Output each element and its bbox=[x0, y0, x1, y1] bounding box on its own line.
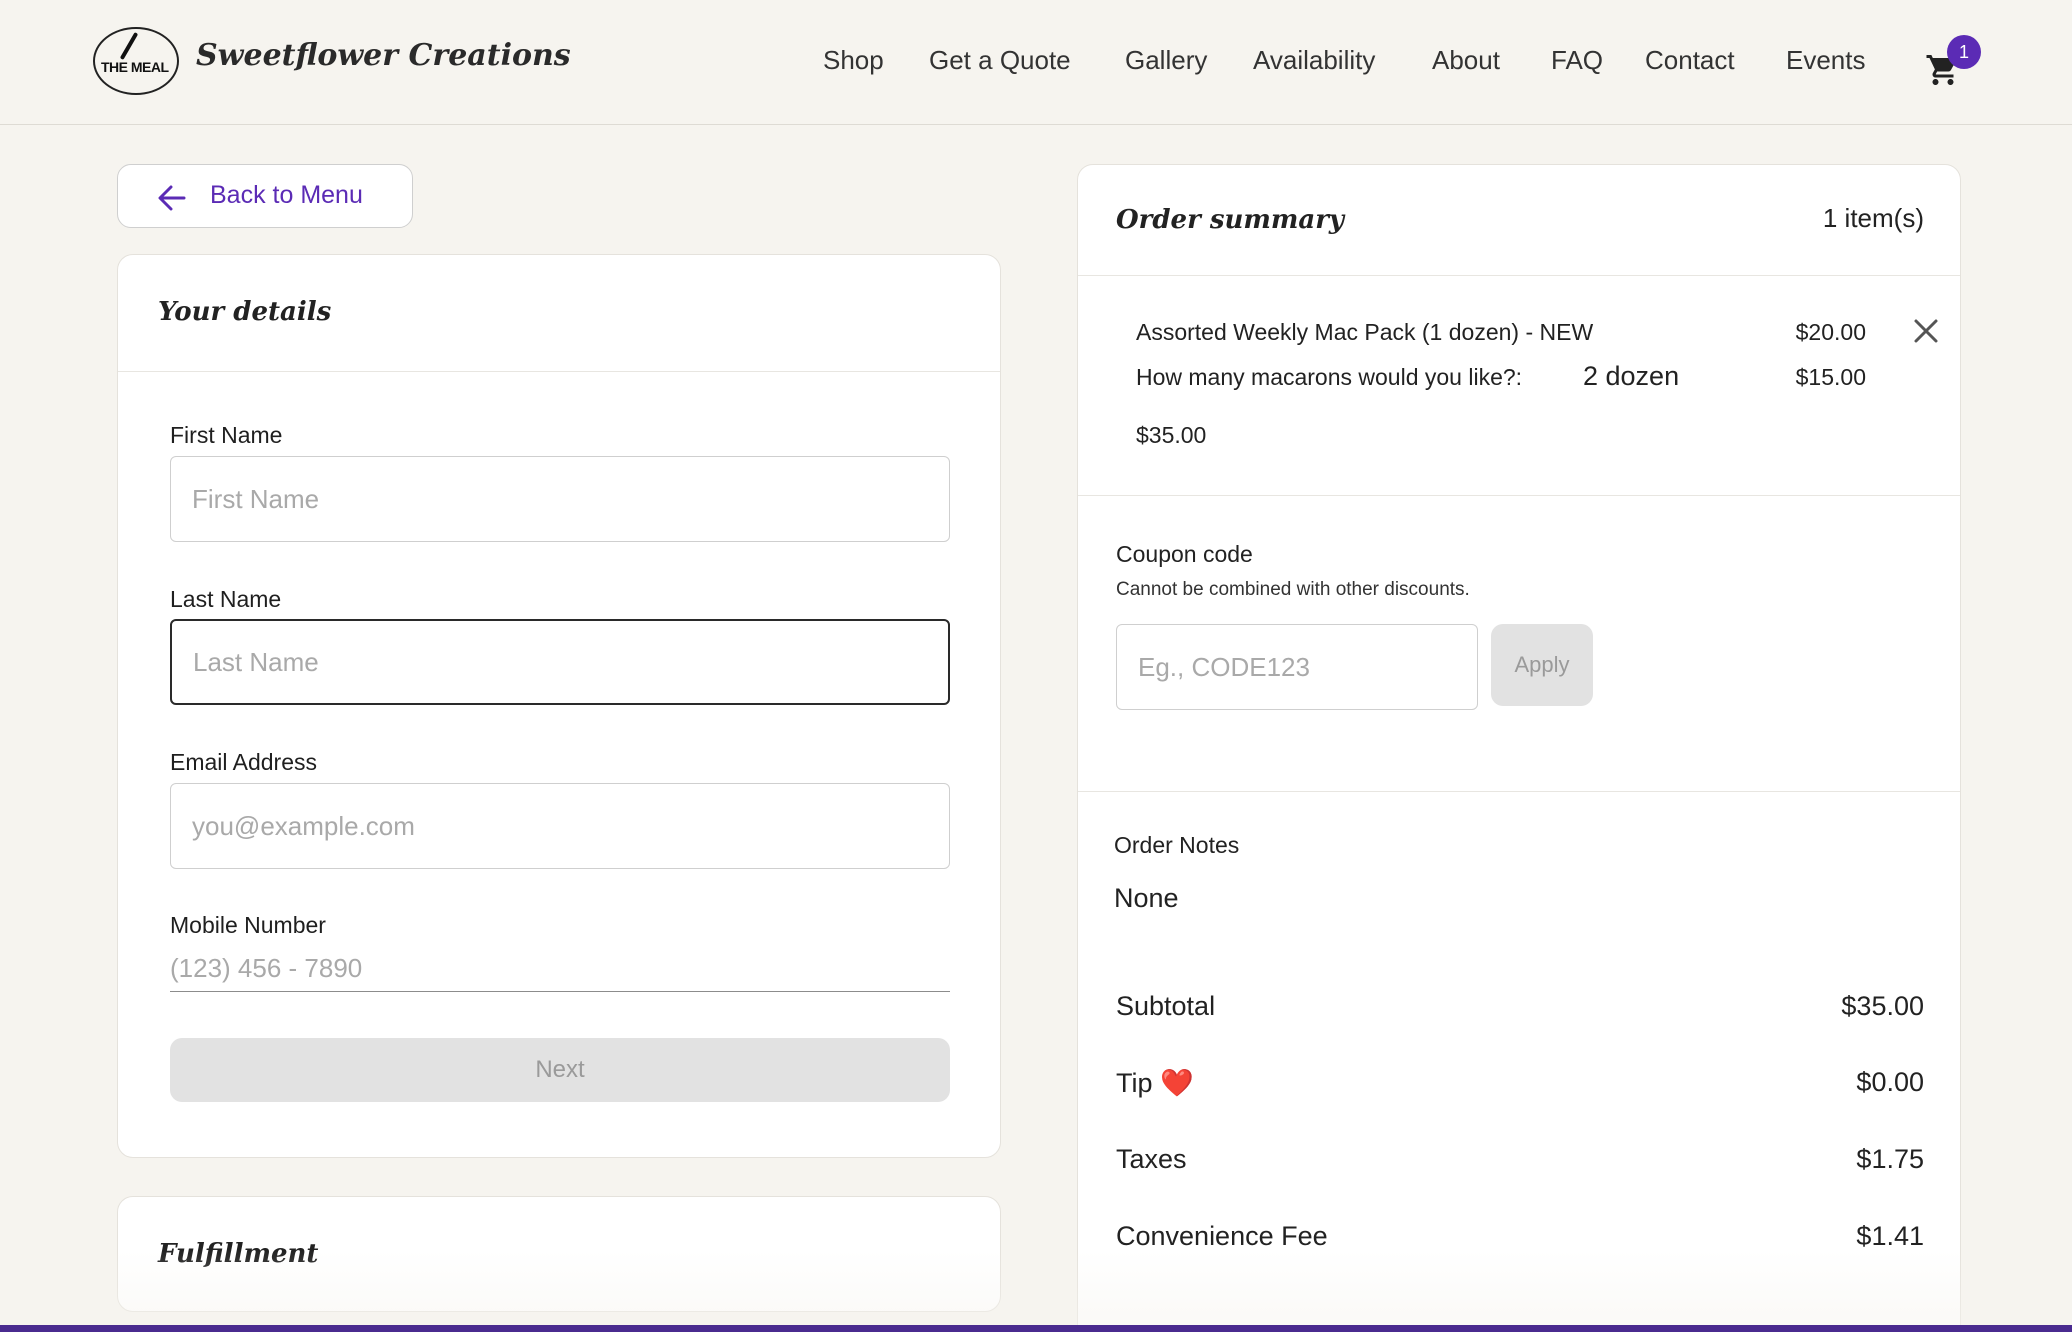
fulfillment-card[interactable]: Fulfillment bbox=[117, 1196, 1001, 1312]
item-count: 1 item(s) bbox=[1822, 203, 1924, 233]
nav-contact[interactable]: Contact bbox=[1645, 45, 1735, 76]
item-name: Assorted Weekly Mac Pack (1 dozen) - NEW bbox=[1136, 319, 1594, 345]
mobile-number-label: Mobile Number bbox=[170, 912, 326, 938]
convenience-fee-label: Convenience Fee bbox=[1116, 1221, 1328, 1251]
order-notes-value: None bbox=[1114, 883, 1179, 913]
nav-availability[interactable]: Availability bbox=[1253, 45, 1375, 76]
coupon-code-input[interactable] bbox=[1116, 624, 1478, 710]
order-summary-title: Order summary bbox=[1116, 205, 1345, 235]
option-price: $15.00 bbox=[1795, 364, 1866, 390]
cart-count-badge: 1 bbox=[1947, 35, 1981, 69]
nav-faq[interactable]: FAQ bbox=[1551, 45, 1603, 76]
divider bbox=[1078, 275, 1960, 276]
first-name-input[interactable] bbox=[170, 456, 950, 542]
nav-get-a-quote[interactable]: Get a Quote bbox=[929, 45, 1071, 76]
next-button[interactable]: Next bbox=[170, 1038, 950, 1102]
utensil-icon bbox=[119, 32, 139, 60]
details-title: Your details bbox=[158, 297, 332, 327]
divider bbox=[1078, 791, 1960, 792]
item-price: $20.00 bbox=[1795, 319, 1866, 345]
divider bbox=[1078, 495, 1960, 496]
subtotal-value: $35.00 bbox=[1841, 991, 1924, 1021]
brand-name[interactable]: Sweetflower Creations bbox=[196, 38, 571, 73]
arrow-left-icon bbox=[158, 185, 186, 211]
back-to-menu-label: Back to Menu bbox=[210, 181, 363, 209]
divider bbox=[118, 371, 1000, 372]
convenience-fee-value: $1.41 bbox=[1856, 1221, 1924, 1251]
back-to-menu-button[interactable]: Back to Menu bbox=[117, 164, 413, 228]
option-question: How many macarons would you like?: bbox=[1136, 364, 1523, 390]
nav-about[interactable]: About bbox=[1432, 45, 1500, 76]
order-notes-label: Order Notes bbox=[1114, 832, 1240, 858]
email-label: Email Address bbox=[170, 749, 318, 775]
email-input[interactable] bbox=[170, 783, 950, 869]
fulfillment-title: Fulfillment bbox=[158, 1239, 319, 1269]
order-summary-card: Order summary 1 item(s) Assorted Weekly … bbox=[1077, 164, 1961, 1332]
bottom-accent-bar bbox=[0, 1325, 2072, 1332]
mobile-number-input[interactable] bbox=[170, 946, 950, 992]
your-details-card: Your details First Name Last Name Email … bbox=[117, 254, 1001, 1158]
option-value: 2 dozen bbox=[1583, 361, 1680, 391]
last-name-input[interactable] bbox=[170, 619, 950, 705]
close-icon[interactable] bbox=[1912, 317, 1940, 345]
coupon-note: Cannot be combined with other discounts. bbox=[1116, 579, 1470, 600]
tip-row: Tip ❤️ $0.00 bbox=[1116, 1067, 1924, 1107]
taxes-row: Taxes $1.75 bbox=[1116, 1144, 1924, 1184]
last-name-label: Last Name bbox=[170, 586, 282, 612]
line-total: $35.00 bbox=[1136, 422, 1207, 448]
nav-gallery[interactable]: Gallery bbox=[1125, 45, 1207, 76]
nav-shop[interactable]: Shop bbox=[823, 45, 884, 76]
tip-label: Tip bbox=[1116, 1068, 1153, 1098]
site-header: THE MEAL Sweetflower Creations Shop Get … bbox=[0, 0, 2072, 125]
tip-value: $0.00 bbox=[1856, 1067, 1924, 1097]
taxes-label: Taxes bbox=[1116, 1144, 1187, 1174]
subtotal-row: Subtotal $35.00 bbox=[1116, 991, 1924, 1031]
logo[interactable]: THE MEAL bbox=[93, 27, 179, 95]
convenience-fee-row: Convenience Fee $1.41 bbox=[1116, 1221, 1924, 1261]
heart-icon: ❤️ bbox=[1160, 1068, 1194, 1098]
tip-label-group: Tip ❤️ bbox=[1116, 1067, 1194, 1099]
taxes-value: $1.75 bbox=[1856, 1144, 1924, 1174]
apply-coupon-button[interactable]: Apply bbox=[1491, 624, 1593, 706]
first-name-label: First Name bbox=[170, 422, 283, 448]
coupon-label: Coupon code bbox=[1116, 541, 1253, 567]
subtotal-label: Subtotal bbox=[1116, 991, 1216, 1021]
logo-text: THE MEAL bbox=[101, 59, 169, 75]
nav-events[interactable]: Events bbox=[1786, 45, 1866, 76]
